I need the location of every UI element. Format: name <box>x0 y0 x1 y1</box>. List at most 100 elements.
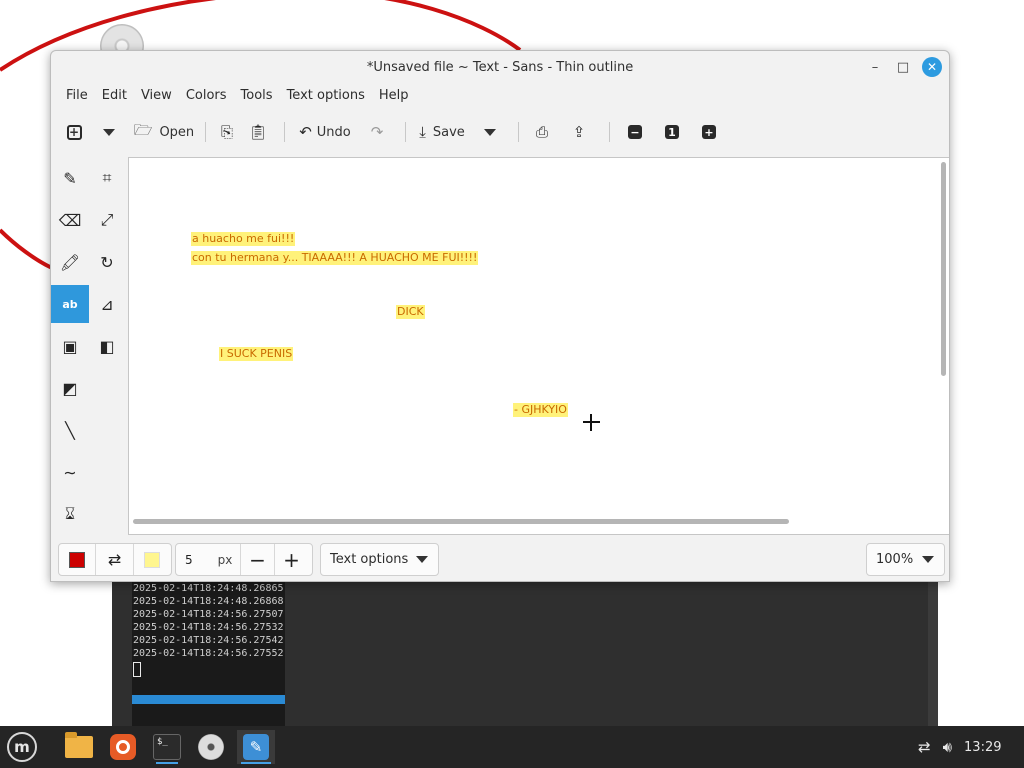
line-icon: ╲ <box>65 420 75 440</box>
terminal-cursor <box>133 662 141 677</box>
toolbar-separator <box>518 122 519 142</box>
terminal-line: 2025-02-14T18:24:56.27552 <box>133 648 284 659</box>
eraser-tool[interactable]: ⌫ <box>51 201 89 239</box>
new-button[interactable]: + <box>61 117 87 147</box>
color-picker-group: ⇄ <box>58 543 172 576</box>
terminal-icon: $_ <box>153 734 181 760</box>
terminal-scrollbar[interactable] <box>928 576 938 726</box>
horizontal-scrollbar[interactable] <box>133 519 789 524</box>
main-color-button[interactable] <box>59 544 97 575</box>
pencil-tool[interactable]: ✎ <box>51 159 89 197</box>
tool-size-unit: px <box>217 552 233 567</box>
tool-size-field[interactable]: 5 px <box>176 544 240 575</box>
text-options-dropdown[interactable]: Text options <box>320 543 439 576</box>
zoom-out-button[interactable]: − <box>618 117 652 147</box>
print-button[interactable]: ⎙ <box>527 117 557 147</box>
canvas-text-signature: - GJHKYIO <box>513 403 568 417</box>
free-select-tool[interactable]: ◩ <box>51 369 89 407</box>
zoom-reset-button[interactable]: 1 <box>652 117 692 147</box>
vertical-scrollbar[interactable] <box>941 162 946 376</box>
start-menu-button[interactable]: m <box>3 730 41 764</box>
terminal-line: 2025-02-14T18:24:56.27542 <box>133 635 284 646</box>
drawing-canvas[interactable]: a huacho me fui!!! con tu hermana y... T… <box>128 157 949 535</box>
maximize-button[interactable]: □ <box>893 57 913 77</box>
share-button[interactable]: ⇪ <box>557 117 601 147</box>
title-bar[interactable]: *Unsaved file ~ Text - Sans - Thin outli… <box>51 51 949 83</box>
import-button[interactable]: ⎘ <box>214 117 240 147</box>
tool-size-group: 5 px − + <box>175 543 313 576</box>
menu-file[interactable]: File <box>59 85 95 109</box>
undo-icon: ↶ <box>299 123 312 141</box>
volume-icon[interactable]: 🔊︎ <box>943 738 952 756</box>
scale-tool[interactable]: ⤢ <box>88 201 126 239</box>
text-icon: ab <box>62 297 78 311</box>
menu-view[interactable]: View <box>134 85 179 109</box>
highlighter-tool[interactable]: 🖍︎ <box>51 243 89 281</box>
options-bar: ⇄ 5 px − + Text options 100% <box>51 535 949 581</box>
undo-button[interactable]: ↶ Undo <box>293 117 357 147</box>
eraser-icon: ⌫ <box>58 210 82 230</box>
secondary-color-button[interactable] <box>134 544 171 575</box>
size-decrease-button[interactable]: − <box>240 544 274 575</box>
rectangle-select-icon: ▣ <box>62 336 78 356</box>
swap-icon: ⇄ <box>107 550 122 569</box>
menu-help[interactable]: Help <box>372 85 416 109</box>
menu-tools[interactable]: Tools <box>234 85 280 109</box>
skew-tool[interactable]: ⊿ <box>88 285 126 323</box>
canvas-text-dick: DICK <box>396 305 425 319</box>
save-button[interactable]: ⤓ Save <box>414 117 470 147</box>
open-button[interactable]: 🗁 Open <box>131 117 197 147</box>
folder-icon <box>65 732 93 758</box>
files-launcher[interactable] <box>60 730 98 764</box>
terminal-window[interactable]: 2025-02-14T18:24:48.26865 2025-02-14T18:… <box>112 576 938 726</box>
expand-icon: ⤢ <box>100 210 114 229</box>
terminal-launcher[interactable]: $_ <box>148 730 186 764</box>
drawing-app-launcher[interactable]: ✎ <box>237 730 275 764</box>
canvas-text-phrase: I SUCK PENIS <box>219 347 294 361</box>
menu-edit[interactable]: Edit <box>95 85 134 109</box>
chevron-down-icon <box>484 128 496 136</box>
swap-colors-button[interactable]: ⇄ <box>96 544 134 575</box>
disc-launcher[interactable] <box>192 730 230 764</box>
text-options-label: Text options <box>330 552 409 567</box>
rect-select-tool[interactable]: ▣ <box>51 327 89 365</box>
chevron-down-icon <box>922 556 934 563</box>
pencil-icon: ✎ <box>63 168 77 188</box>
zoom-level: 100% <box>876 552 914 567</box>
terminal-line: 2025-02-14T18:24:48.26865 <box>133 583 284 594</box>
download-icon: ⤓ <box>419 123 426 141</box>
firefox-launcher[interactable] <box>104 730 142 764</box>
filters-tool[interactable]: ◧ <box>88 327 126 365</box>
clock[interactable]: 13:29 <box>964 740 1001 755</box>
size-increase-button[interactable]: + <box>274 544 308 575</box>
terminal-line: 2025-02-14T18:24:56.27507 <box>133 609 284 620</box>
crop-tool[interactable]: ⌗ <box>88 159 126 197</box>
redo-icon: ↷ <box>370 123 384 141</box>
chevron-down-icon <box>103 128 115 136</box>
zoom-dropdown[interactable]: 100% <box>866 543 945 576</box>
curve-tool[interactable]: ∼ <box>51 453 89 491</box>
save-options-button[interactable] <box>470 117 510 147</box>
filters-icon: ◧ <box>99 336 115 356</box>
zoom-in-button[interactable]: + <box>692 117 726 147</box>
plus-icon: + <box>702 125 716 139</box>
new-options-button[interactable] <box>87 117 131 147</box>
menu-text-options[interactable]: Text options <box>280 85 372 109</box>
mint-logo-icon: m <box>7 732 37 762</box>
close-button[interactable]: ✕ <box>922 57 942 77</box>
text-tool[interactable]: ab <box>51 285 89 323</box>
toolbar-separator <box>284 122 285 142</box>
shape-tool[interactable]: ⌛︎ <box>51 495 89 533</box>
open-label: Open <box>159 124 195 140</box>
window-title: *Unsaved file ~ Text - Sans - Thin outli… <box>366 60 634 75</box>
crosshair-cursor-icon <box>583 414 600 431</box>
rotate-tool[interactable]: ↻ <box>88 243 126 281</box>
menu-colors[interactable]: Colors <box>179 85 234 109</box>
redo-button[interactable]: ↷ <box>357 117 397 147</box>
polygon-icon: ⌛︎ <box>64 504 76 523</box>
paste-button[interactable]: 📋︎ <box>240 117 276 147</box>
minimize-button[interactable]: – <box>865 57 885 77</box>
line-tool[interactable]: ╲ <box>51 411 89 449</box>
network-icon[interactable]: ⇄ <box>918 738 931 756</box>
drawing-app-window: *Unsaved file ~ Text - Sans - Thin outli… <box>50 50 950 582</box>
